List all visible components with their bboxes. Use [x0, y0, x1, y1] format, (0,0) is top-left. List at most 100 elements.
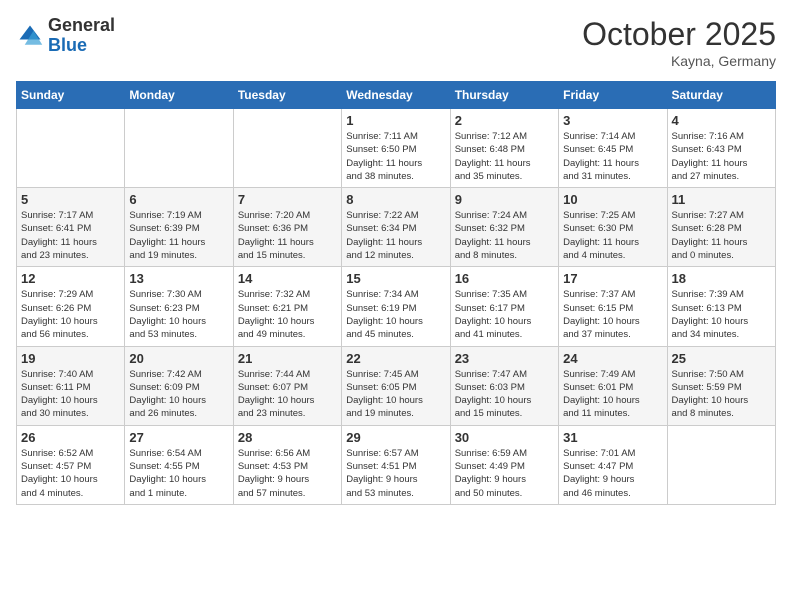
calendar-cell: 21 Sunrise: 7:44 AM Sunset: 6:07 PM Dayli… [233, 346, 341, 425]
day-number: 11 [672, 192, 771, 207]
day-info: Sunrise: 7:37 AM Sunset: 6:15 PM Dayligh… [563, 288, 662, 341]
day-number: 4 [672, 113, 771, 128]
calendar-cell: 17 Sunrise: 7:37 AM Sunset: 6:15 PM Dayli… [559, 267, 667, 346]
calendar-body: 1 Sunrise: 7:11 AM Sunset: 6:50 PM Daylig… [17, 109, 776, 505]
day-number: 16 [455, 271, 554, 286]
day-number: 28 [238, 430, 337, 445]
day-info: Sunrise: 7:42 AM Sunset: 6:09 PM Dayligh… [129, 368, 228, 421]
day-info: Sunrise: 7:35 AM Sunset: 6:17 PM Dayligh… [455, 288, 554, 341]
logo: General Blue [16, 16, 115, 56]
calendar-cell: 26 Sunrise: 6:52 AM Sunset: 4:57 PM Dayli… [17, 425, 125, 504]
calendar-cell: 22 Sunrise: 7:45 AM Sunset: 6:05 PM Dayli… [342, 346, 450, 425]
weekday-friday: Friday [559, 82, 667, 109]
day-info: Sunrise: 7:22 AM Sunset: 6:34 PM Dayligh… [346, 209, 445, 262]
day-number: 19 [21, 351, 120, 366]
day-info: Sunrise: 6:52 AM Sunset: 4:57 PM Dayligh… [21, 447, 120, 500]
day-number: 23 [455, 351, 554, 366]
day-number: 3 [563, 113, 662, 128]
day-number: 17 [563, 271, 662, 286]
calendar-week-2: 12 Sunrise: 7:29 AM Sunset: 6:26 PM Dayli… [17, 267, 776, 346]
day-info: Sunrise: 7:25 AM Sunset: 6:30 PM Dayligh… [563, 209, 662, 262]
title-section: October 2025 Kayna, Germany [582, 16, 776, 69]
day-info: Sunrise: 6:59 AM Sunset: 4:49 PM Dayligh… [455, 447, 554, 500]
day-info: Sunrise: 7:01 AM Sunset: 4:47 PM Dayligh… [563, 447, 662, 500]
day-number: 1 [346, 113, 445, 128]
day-number: 8 [346, 192, 445, 207]
calendar-cell: 14 Sunrise: 7:32 AM Sunset: 6:21 PM Dayli… [233, 267, 341, 346]
weekday-header-row: SundayMondayTuesdayWednesdayThursdayFrid… [17, 82, 776, 109]
day-info: Sunrise: 7:50 AM Sunset: 5:59 PM Dayligh… [672, 368, 771, 421]
calendar-week-1: 5 Sunrise: 7:17 AM Sunset: 6:41 PM Daylig… [17, 188, 776, 267]
location: Kayna, Germany [582, 53, 776, 69]
day-info: Sunrise: 7:49 AM Sunset: 6:01 PM Dayligh… [563, 368, 662, 421]
calendar-cell: 1 Sunrise: 7:11 AM Sunset: 6:50 PM Daylig… [342, 109, 450, 188]
day-info: Sunrise: 7:29 AM Sunset: 6:26 PM Dayligh… [21, 288, 120, 341]
calendar-cell [125, 109, 233, 188]
calendar-cell: 12 Sunrise: 7:29 AM Sunset: 6:26 PM Dayli… [17, 267, 125, 346]
weekday-wednesday: Wednesday [342, 82, 450, 109]
day-number: 18 [672, 271, 771, 286]
day-number: 22 [346, 351, 445, 366]
day-number: 31 [563, 430, 662, 445]
day-info: Sunrise: 7:12 AM Sunset: 6:48 PM Dayligh… [455, 130, 554, 183]
day-number: 12 [21, 271, 120, 286]
day-number: 26 [21, 430, 120, 445]
day-info: Sunrise: 6:54 AM Sunset: 4:55 PM Dayligh… [129, 447, 228, 500]
calendar-week-4: 26 Sunrise: 6:52 AM Sunset: 4:57 PM Dayli… [17, 425, 776, 504]
calendar-cell: 23 Sunrise: 7:47 AM Sunset: 6:03 PM Dayli… [450, 346, 558, 425]
day-info: Sunrise: 7:47 AM Sunset: 6:03 PM Dayligh… [455, 368, 554, 421]
day-info: Sunrise: 7:17 AM Sunset: 6:41 PM Dayligh… [21, 209, 120, 262]
calendar-cell: 25 Sunrise: 7:50 AM Sunset: 5:59 PM Dayli… [667, 346, 775, 425]
day-info: Sunrise: 7:32 AM Sunset: 6:21 PM Dayligh… [238, 288, 337, 341]
weekday-sunday: Sunday [17, 82, 125, 109]
day-number: 30 [455, 430, 554, 445]
day-number: 2 [455, 113, 554, 128]
calendar-table: SundayMondayTuesdayWednesdayThursdayFrid… [16, 81, 776, 505]
day-number: 14 [238, 271, 337, 286]
day-info: Sunrise: 7:27 AM Sunset: 6:28 PM Dayligh… [672, 209, 771, 262]
logo-text: General Blue [48, 16, 115, 56]
month-title: October 2025 [582, 16, 776, 53]
calendar-cell: 4 Sunrise: 7:16 AM Sunset: 6:43 PM Daylig… [667, 109, 775, 188]
day-info: Sunrise: 6:56 AM Sunset: 4:53 PM Dayligh… [238, 447, 337, 500]
calendar-cell: 13Sunrise: 7:30 AM Sunset: 6:23 PM Dayli… [125, 267, 233, 346]
day-number: 21 [238, 351, 337, 366]
day-number: 5 [21, 192, 120, 207]
calendar-cell: 3 Sunrise: 7:14 AM Sunset: 6:45 PM Daylig… [559, 109, 667, 188]
day-number: 15 [346, 271, 445, 286]
logo-icon [16, 22, 44, 50]
calendar-cell: 5 Sunrise: 7:17 AM Sunset: 6:41 PM Daylig… [17, 188, 125, 267]
day-info: Sunrise: 6:57 AM Sunset: 4:51 PM Dayligh… [346, 447, 445, 500]
calendar-cell: 28 Sunrise: 6:56 AM Sunset: 4:53 PM Dayli… [233, 425, 341, 504]
weekday-thursday: Thursday [450, 82, 558, 109]
day-number: 25 [672, 351, 771, 366]
day-info: Sunrise: 7:40 AM Sunset: 6:11 PM Dayligh… [21, 368, 120, 421]
calendar-cell: 8 Sunrise: 7:22 AM Sunset: 6:34 PM Daylig… [342, 188, 450, 267]
weekday-saturday: Saturday [667, 82, 775, 109]
day-number: 29 [346, 430, 445, 445]
day-info: Sunrise: 7:11 AM Sunset: 6:50 PM Dayligh… [346, 130, 445, 183]
logo-blue: Blue [48, 35, 87, 55]
calendar-cell: 11 Sunrise: 7:27 AM Sunset: 6:28 PM Dayli… [667, 188, 775, 267]
calendar-week-0: 1 Sunrise: 7:11 AM Sunset: 6:50 PM Daylig… [17, 109, 776, 188]
day-number: 10 [563, 192, 662, 207]
calendar-cell: 15 Sunrise: 7:34 AM Sunset: 6:19 PM Dayli… [342, 267, 450, 346]
day-info: Sunrise: 7:45 AM Sunset: 6:05 PM Dayligh… [346, 368, 445, 421]
day-info: Sunrise: 7:34 AM Sunset: 6:19 PM Dayligh… [346, 288, 445, 341]
day-info: Sunrise: 7:44 AM Sunset: 6:07 PM Dayligh… [238, 368, 337, 421]
calendar-cell [17, 109, 125, 188]
calendar-cell: 10 Sunrise: 7:25 AM Sunset: 6:30 PM Dayli… [559, 188, 667, 267]
calendar-cell [667, 425, 775, 504]
day-number: 24 [563, 351, 662, 366]
calendar-cell: 2 Sunrise: 7:12 AM Sunset: 6:48 PM Daylig… [450, 109, 558, 188]
day-info: Sunrise: 7:24 AM Sunset: 6:32 PM Dayligh… [455, 209, 554, 262]
calendar-cell: 19 Sunrise: 7:40 AM Sunset: 6:11 PM Dayli… [17, 346, 125, 425]
weekday-tuesday: Tuesday [233, 82, 341, 109]
day-info: Sunrise: 7:14 AM Sunset: 6:45 PM Dayligh… [563, 130, 662, 183]
calendar-cell: 9 Sunrise: 7:24 AM Sunset: 6:32 PM Daylig… [450, 188, 558, 267]
day-number: 9 [455, 192, 554, 207]
day-info: Sunrise: 7:16 AM Sunset: 6:43 PM Dayligh… [672, 130, 771, 183]
calendar-week-3: 19 Sunrise: 7:40 AM Sunset: 6:11 PM Dayli… [17, 346, 776, 425]
calendar-cell: 18Sunrise: 7:39 AM Sunset: 6:13 PM Dayli… [667, 267, 775, 346]
page-header: General Blue October 2025 Kayna, Germany [16, 16, 776, 69]
